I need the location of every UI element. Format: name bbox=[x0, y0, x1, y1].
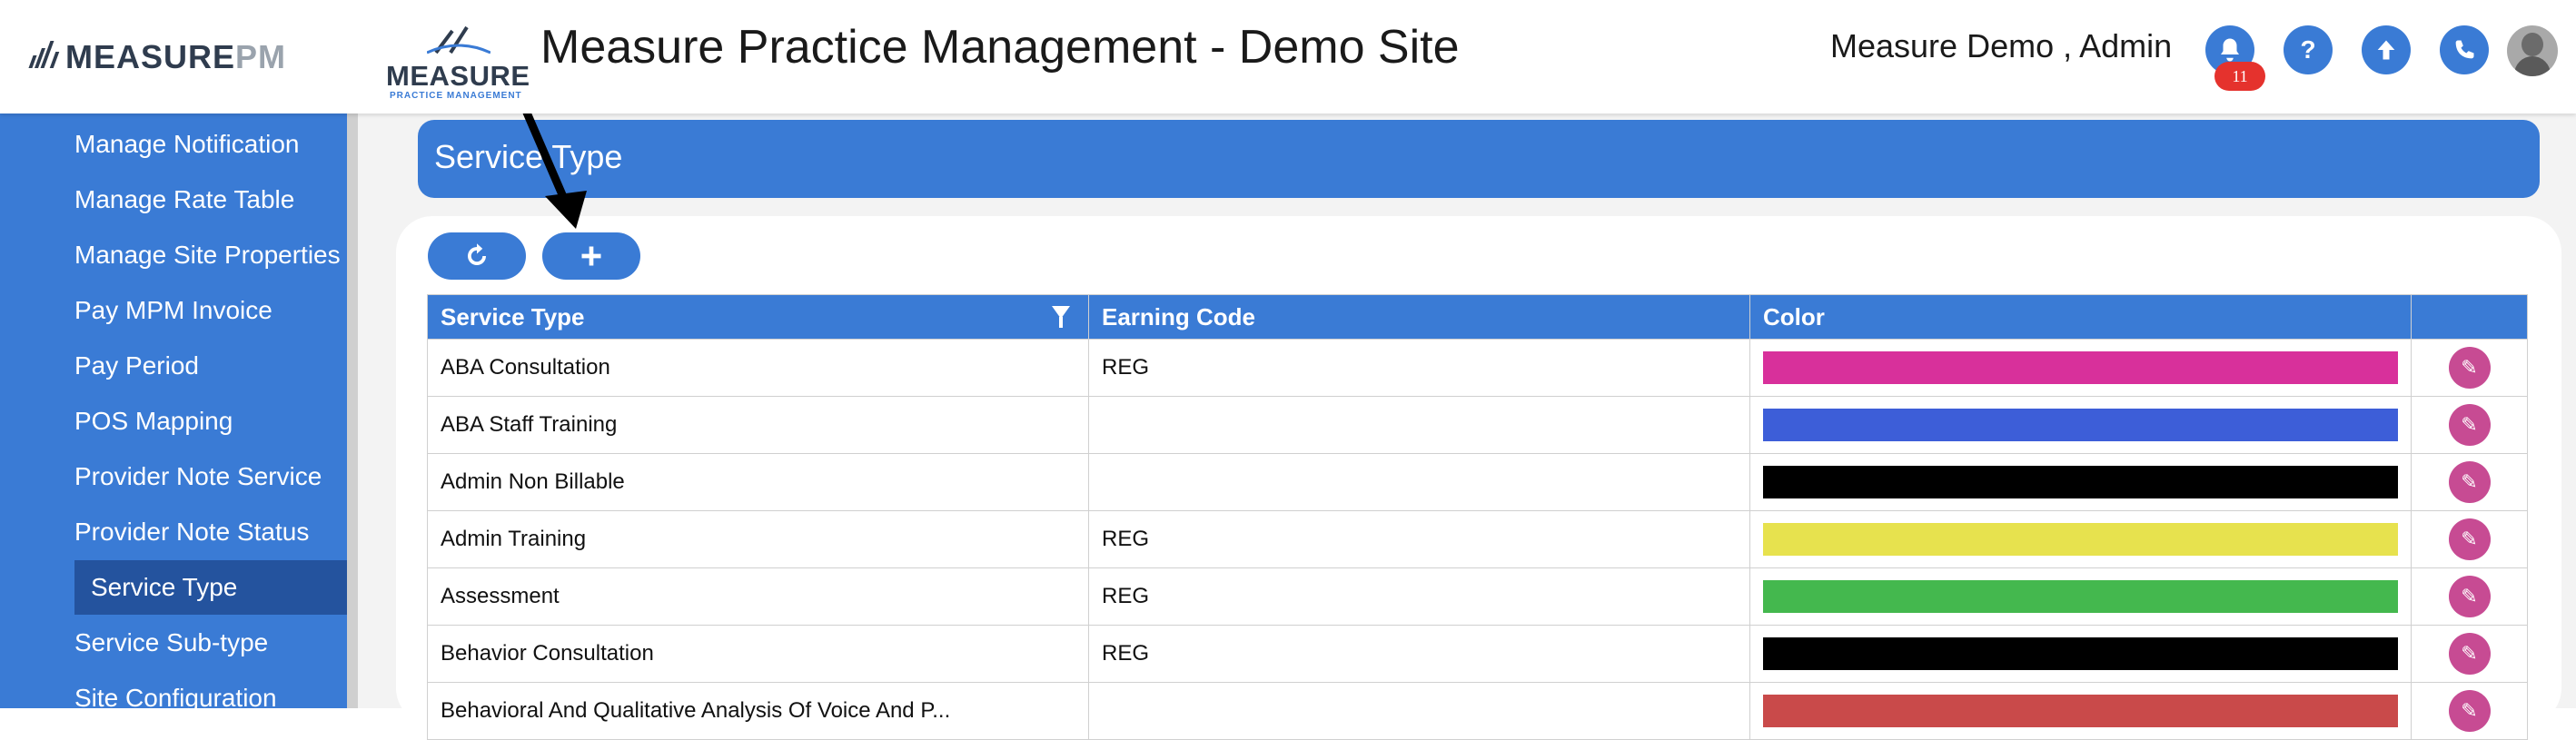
pencil-icon: ✎ bbox=[2461, 470, 2478, 493]
cell-earning-code bbox=[1088, 682, 1750, 740]
table-row[interactable]: Admin Training REG ✎ bbox=[427, 510, 2528, 568]
color-swatch bbox=[1763, 580, 2398, 613]
cell-service-type: ABA Staff Training bbox=[427, 396, 1089, 454]
cell-service-type: Admin Non Billable bbox=[427, 453, 1089, 511]
annotation-arrow bbox=[522, 109, 587, 229]
table-row[interactable]: Behavioral And Qualitative Analysis Of V… bbox=[427, 682, 2528, 740]
page-banner: Service Type bbox=[418, 120, 2540, 198]
notification-badge[interactable]: 11 bbox=[2214, 62, 2265, 91]
pencil-icon: ✎ bbox=[2461, 642, 2478, 665]
column-header-color[interactable]: Color bbox=[1749, 294, 2412, 340]
edit-button[interactable]: ✎ bbox=[2448, 404, 2491, 446]
pencil-icon: ✎ bbox=[2461, 356, 2478, 379]
upload-icon[interactable] bbox=[2362, 25, 2411, 74]
table-row[interactable]: ABA Consultation REG ✎ bbox=[427, 339, 2528, 397]
sidebar-item-pos-mapping[interactable]: POS Mapping bbox=[74, 394, 233, 449]
table-row[interactable]: Admin Non Billable ✎ bbox=[427, 453, 2528, 511]
cell-service-type: ABA Consultation bbox=[427, 339, 1089, 397]
edit-button[interactable]: ✎ bbox=[2448, 347, 2491, 389]
avatar[interactable] bbox=[2507, 25, 2558, 76]
color-swatch bbox=[1763, 466, 2398, 498]
cell-earning-code bbox=[1088, 453, 1750, 511]
cell-service-type: Behavioral And Qualitative Analysis Of V… bbox=[427, 682, 1089, 740]
page-title: Measure Practice Management - Demo Site bbox=[540, 21, 1460, 74]
cell-earning-code: REG bbox=[1088, 625, 1750, 683]
cell-service-type: Assessment bbox=[427, 567, 1089, 626]
add-button[interactable] bbox=[542, 232, 640, 280]
table-row[interactable]: Behavior Consultation REG ✎ bbox=[427, 625, 2528, 683]
column-header-actions bbox=[2411, 294, 2528, 340]
service-type-table: Service Type Earning Code Color ABA Cons… bbox=[427, 294, 2528, 740]
logo-mark-icon bbox=[427, 25, 490, 54]
phone-icon[interactable] bbox=[2440, 25, 2489, 74]
pencil-icon: ✎ bbox=[2461, 413, 2478, 436]
sidebar-item-manage-site-properties[interactable]: Manage Site Properties bbox=[74, 228, 341, 282]
logo-subtext: PRACTICE MANAGEMENT bbox=[390, 91, 522, 101]
logo-text: MEASURE bbox=[386, 60, 530, 92]
brand-prefix: MEASURE bbox=[65, 38, 236, 75]
brand-logo[interactable]: MEASUREPM bbox=[27, 38, 286, 76]
cell-earning-code: REG bbox=[1088, 567, 1750, 626]
sidebar-item-provider-note-status[interactable]: Provider Note Status bbox=[74, 505, 309, 559]
top-bar: MEASUREPM MEASURE PRACTICE MANAGEMENT Me… bbox=[0, 0, 2576, 113]
table-row[interactable]: Assessment REG ✎ bbox=[427, 567, 2528, 626]
help-icon[interactable]: ? bbox=[2284, 25, 2333, 74]
edit-button[interactable]: ✎ bbox=[2448, 690, 2491, 732]
refresh-button[interactable] bbox=[428, 232, 526, 280]
sidebar-item-pay-period[interactable]: Pay Period bbox=[74, 339, 199, 393]
color-swatch bbox=[1763, 351, 2398, 384]
site-logo: MEASURE PRACTICE MANAGEMENT bbox=[386, 25, 531, 101]
color-swatch bbox=[1763, 409, 2398, 441]
color-swatch bbox=[1763, 637, 2398, 670]
user-name[interactable]: Measure Demo , Admin bbox=[1830, 27, 2172, 65]
table-header-row: Service Type Earning Code Color bbox=[427, 294, 2528, 340]
column-header-service-type[interactable]: Service Type bbox=[427, 294, 1089, 340]
color-swatch bbox=[1763, 523, 2398, 556]
sidebar-item-manage-rate-table[interactable]: Manage Rate Table bbox=[74, 173, 294, 227]
edit-button[interactable]: ✎ bbox=[2448, 576, 2491, 617]
cell-earning-code bbox=[1088, 396, 1750, 454]
sidebar-item-site-configuration[interactable]: Site Configuration bbox=[74, 671, 277, 725]
pencil-icon: ✎ bbox=[2461, 585, 2478, 607]
plus-icon bbox=[581, 246, 601, 266]
brand-name: MEASUREPM bbox=[65, 38, 286, 76]
cell-service-type: Admin Training bbox=[427, 510, 1089, 568]
filter-icon[interactable] bbox=[1052, 306, 1070, 328]
cell-service-type: Behavior Consultation bbox=[427, 625, 1089, 683]
sidebar-item-service-type[interactable]: Service Type bbox=[74, 560, 347, 615]
sidebar-item-provider-note-service[interactable]: Provider Note Service bbox=[74, 449, 322, 504]
color-swatch bbox=[1763, 695, 2398, 727]
brand-suffix: PM bbox=[235, 38, 287, 75]
edit-button[interactable]: ✎ bbox=[2448, 461, 2491, 503]
pencil-icon: ✎ bbox=[2461, 528, 2478, 550]
refresh-icon bbox=[468, 243, 486, 265]
edit-button[interactable]: ✎ bbox=[2448, 633, 2491, 675]
sidebar-item-manage-notification[interactable]: Manage Notification bbox=[74, 117, 299, 172]
table-row[interactable]: ABA Staff Training ✎ bbox=[427, 396, 2528, 454]
sidebar-item-pay-mpm-invoice[interactable]: Pay MPM Invoice bbox=[74, 283, 272, 338]
cell-earning-code: REG bbox=[1088, 510, 1750, 568]
sidebar-item-service-sub-type[interactable]: Service Sub-type bbox=[74, 616, 268, 670]
brand-mark-icon bbox=[27, 41, 60, 74]
pencil-icon: ✎ bbox=[2461, 699, 2478, 722]
sidebar: Manage Notification Manage Rate Table Ma… bbox=[0, 113, 347, 712]
cell-earning-code: REG bbox=[1088, 339, 1750, 397]
edit-button[interactable]: ✎ bbox=[2448, 518, 2491, 560]
column-header-earning-code[interactable]: Earning Code bbox=[1088, 294, 1750, 340]
sidebar-scrollbar[interactable] bbox=[347, 113, 358, 708]
